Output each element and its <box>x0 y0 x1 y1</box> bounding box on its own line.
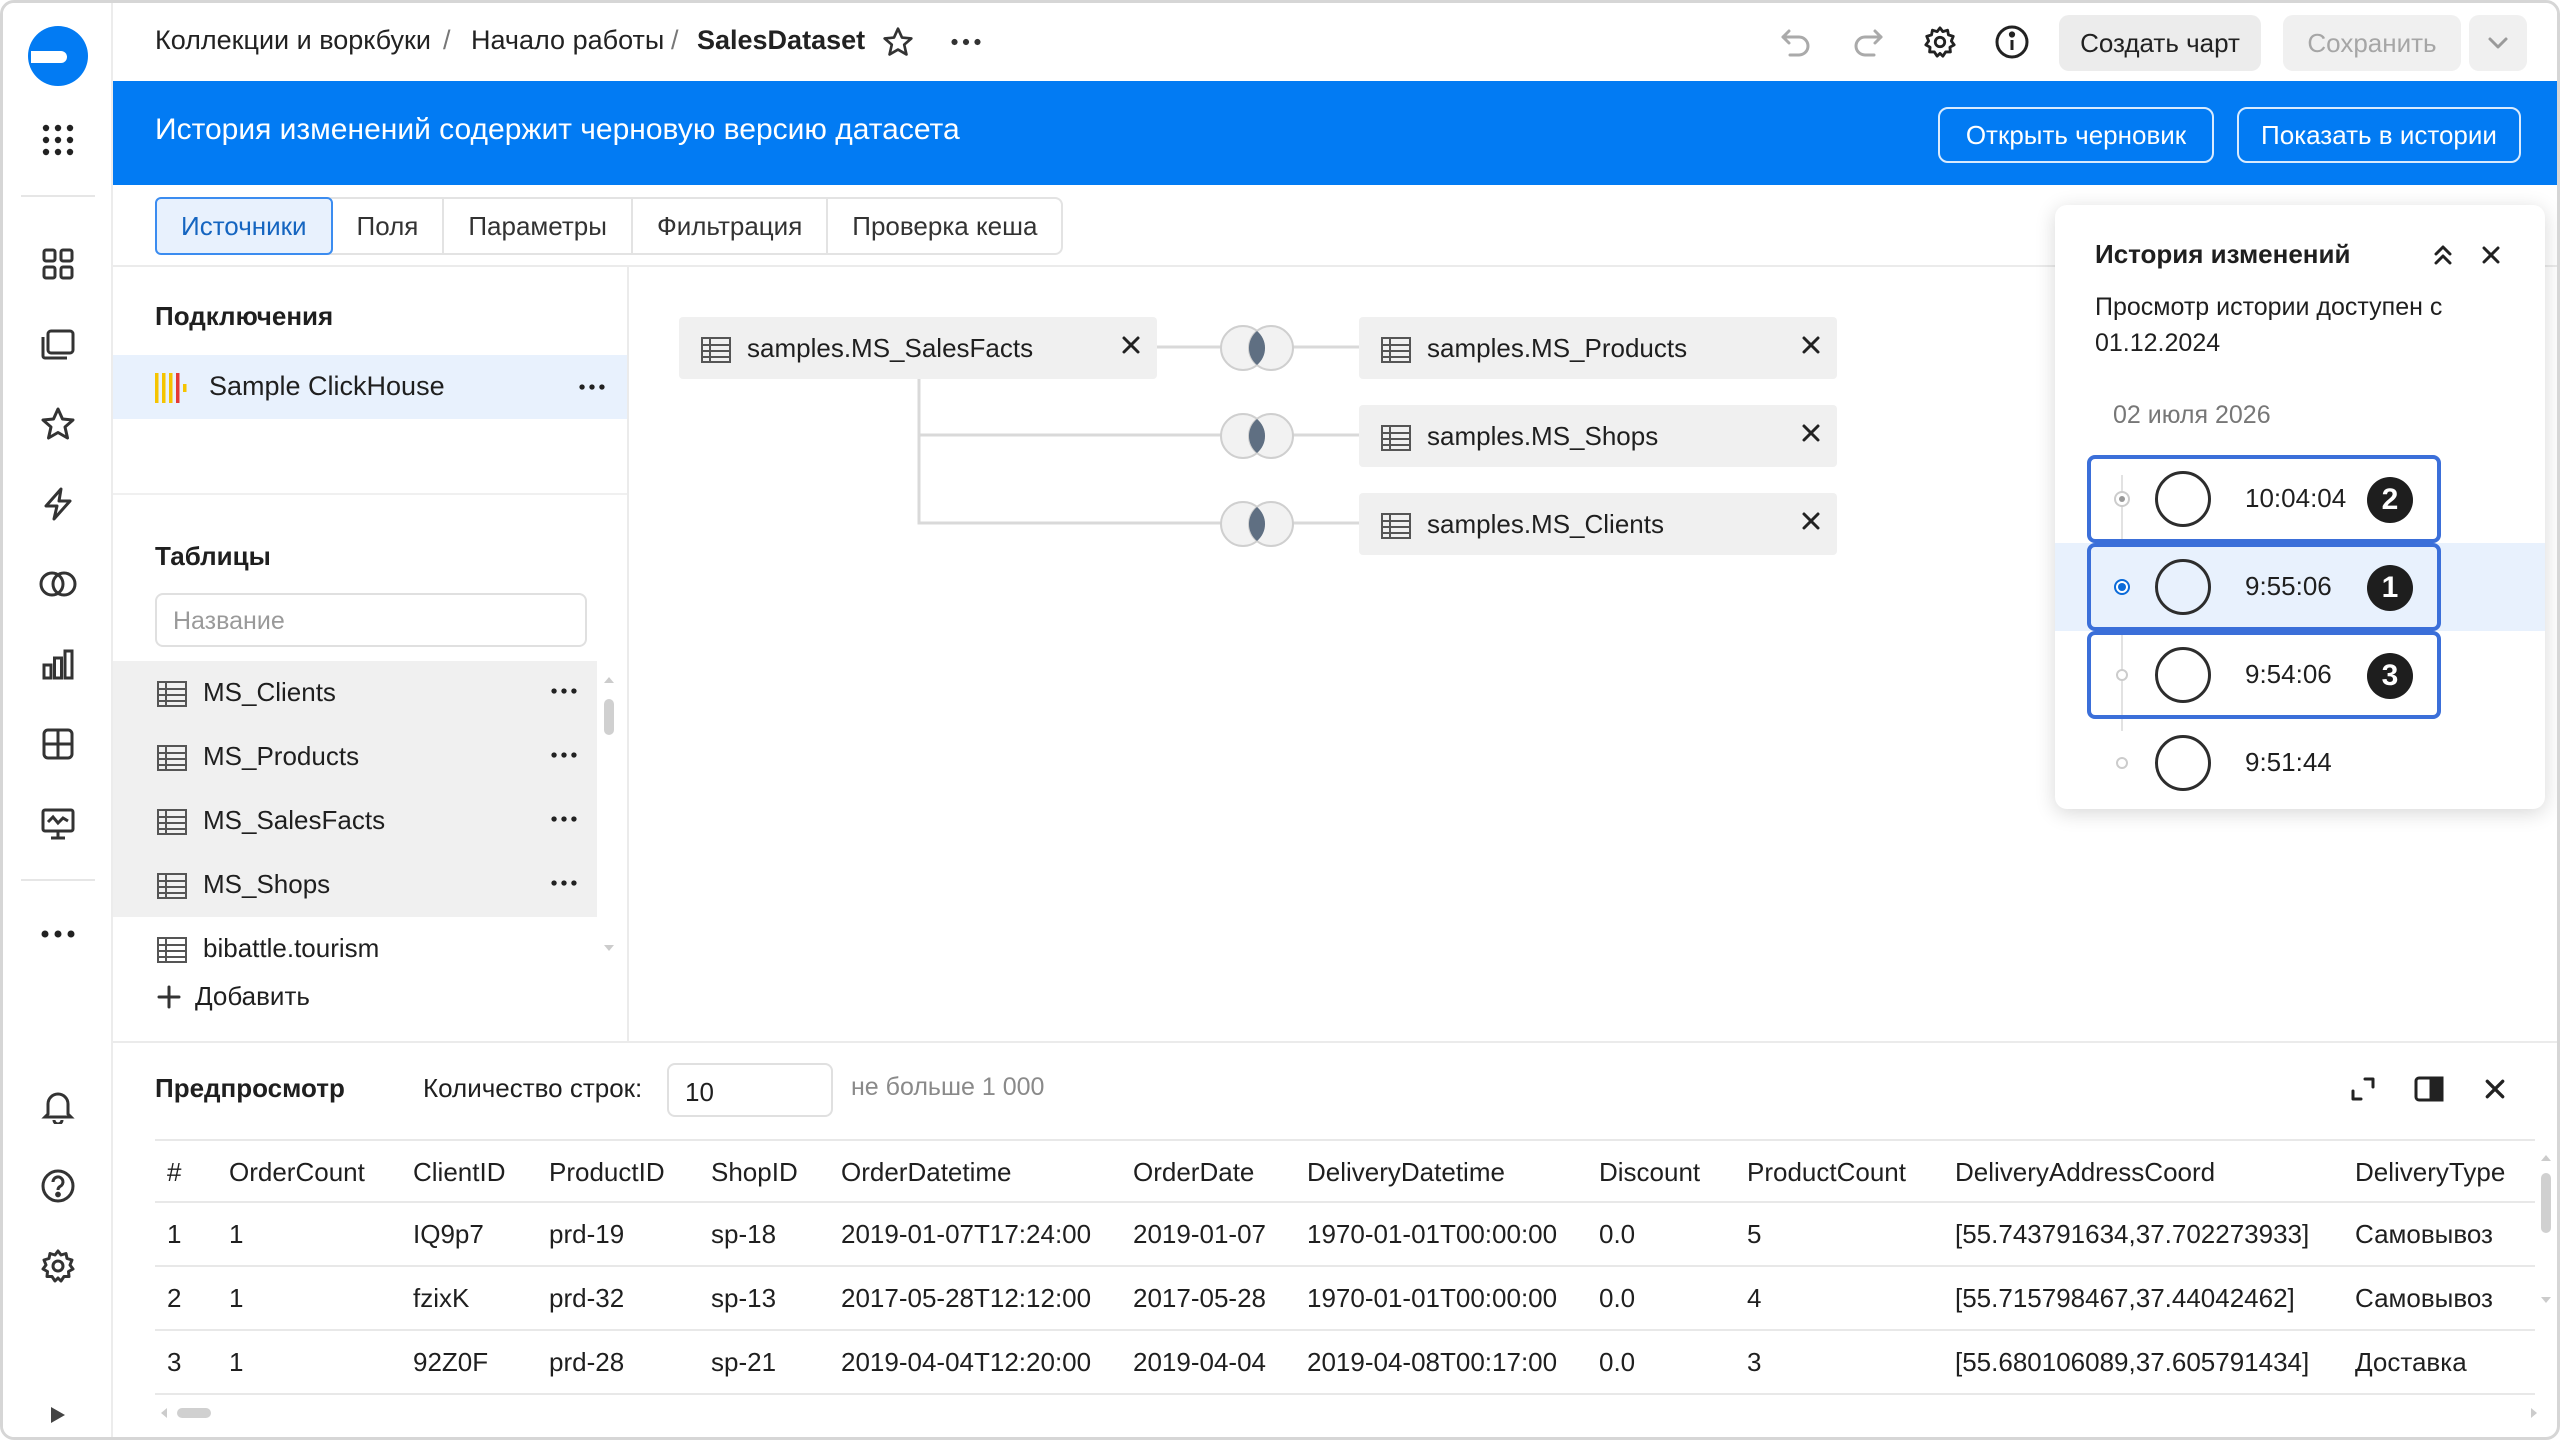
column-header: DeliveryType <box>2355 1157 2506 1187</box>
table-cell: 3 <box>167 1347 182 1377</box>
timeline-dot <box>2116 757 2128 769</box>
table-row: 1 1 IQ9p7 prd-19 sp-18 2019-01-07T17:24:… <box>155 1203 2535 1267</box>
table-icon <box>1381 337 1411 363</box>
join-type-icon[interactable] <box>1213 411 1301 461</box>
history-subtitle: Просмотр истории доступен с 01.12.2024 <box>2095 293 2443 357</box>
table-cell: Самовывоз <box>2355 1219 2493 1249</box>
history-panel: История изменений Просмотр истории досту… <box>2055 205 2545 809</box>
preview-table: # OrderCount ClientID ProductID ShopID O… <box>155 1139 2535 1395</box>
table-cell: sp-13 <box>711 1283 777 1313</box>
history-title: История изменений <box>2095 239 2351 269</box>
table-icon <box>701 337 731 363</box>
highlight-frame <box>2087 631 2441 719</box>
table-cell: 1 <box>229 1219 244 1249</box>
column-header: # <box>167 1157 182 1187</box>
version-time: 9:51:44 <box>2245 747 2332 777</box>
source-name: samples.MS_Products <box>1427 333 1688 363</box>
column-header: DeliveryAddressCoord <box>1955 1157 2216 1187</box>
table-cell: 1 <box>167 1219 182 1249</box>
join-type-icon[interactable] <box>1213 499 1301 549</box>
preview-title: Предпросмотр <box>155 1073 345 1103</box>
column-header: OrderDatetime <box>841 1157 1012 1187</box>
table-cell: 1970-01-01T00:00:00 <box>1307 1283 1558 1313</box>
table-cell: 1970-01-01T00:00:00 <box>1307 1219 1558 1249</box>
source-node-root[interactable]: samples.MS_SalesFacts <box>679 317 1157 379</box>
table-row: 3 1 92Z0F prd-28 sp-21 2019-04-04T12:20:… <box>155 1331 2535 1395</box>
table-cell: 2019-01-07T17:24:00 <box>841 1219 1092 1249</box>
table-cell: 3 <box>1747 1347 1762 1377</box>
source-name: samples.MS_Clients <box>1427 509 1664 539</box>
table-cell: prd-19 <box>549 1219 625 1249</box>
history-version[interactable]: 9:51:44 <box>2055 719 2545 807</box>
table-icon <box>1381 513 1411 539</box>
table-icon <box>1381 425 1411 451</box>
collapse-chevrons-icon[interactable] <box>2425 237 2461 273</box>
source-node[interactable]: samples.MS_Products <box>1359 317 1837 379</box>
table-cell: 0.0 <box>1599 1283 1636 1313</box>
app-window: Коллекции и воркбуки / Начало работы / S… <box>0 0 2560 1440</box>
column-header: ClientID <box>413 1157 506 1187</box>
rows-count-hint: не больше 1 000 <box>851 1073 1045 1101</box>
table-cell: 0.0 <box>1599 1219 1636 1249</box>
fullscreen-icon[interactable] <box>2343 1069 2383 1109</box>
table-cell: 4 <box>1747 1283 1762 1313</box>
rows-count-label: Количество строк: <box>423 1073 643 1103</box>
column-header: ProductID <box>549 1157 665 1187</box>
table-cell: sp-18 <box>711 1219 777 1249</box>
table-cell: [55.715798467,37.44042462] <box>1955 1283 2295 1313</box>
preview-panel: Предпросмотр Количество строк: 10 не бол… <box>113 1041 2557 1437</box>
table-cell: 1 <box>229 1347 244 1377</box>
source-node[interactable]: samples.MS_Clients <box>1359 493 1837 555</box>
source-node[interactable]: samples.MS_Shops <box>1359 405 1837 467</box>
table-cell: 1 <box>229 1283 244 1313</box>
preview-horizontal-scrollbar[interactable] <box>155 1405 2545 1421</box>
table-cell: prd-28 <box>549 1347 625 1377</box>
remove-source-icon[interactable] <box>1801 505 1821 539</box>
table-cell: 2019-01-07 <box>1133 1219 1266 1249</box>
column-header: OrderDate <box>1133 1157 1255 1187</box>
rows-count-input[interactable]: 10 <box>667 1063 833 1117</box>
side-panel-icon[interactable] <box>2409 1069 2449 1109</box>
close-preview-icon[interactable] <box>2475 1069 2515 1109</box>
table-cell: 2019-04-08T00:17:00 <box>1307 1347 1558 1377</box>
table-cell: 2017-05-28T12:12:00 <box>841 1283 1092 1313</box>
table-cell: prd-32 <box>549 1283 625 1313</box>
table-cell: [55.680106089,37.605791434] <box>1955 1347 2310 1377</box>
table-row: 2 1 fzixK prd-32 sp-13 2017-05-28T12:12:… <box>155 1267 2535 1331</box>
highlight-frame <box>2087 543 2441 631</box>
table-cell: fzixK <box>413 1283 470 1313</box>
source-name: samples.MS_SalesFacts <box>747 333 1034 363</box>
highlight-frame <box>2087 455 2441 543</box>
table-cell: sp-21 <box>711 1347 777 1377</box>
column-header: ShopID <box>711 1157 798 1187</box>
source-name: samples.MS_Shops <box>1427 421 1659 451</box>
close-icon[interactable] <box>2473 237 2509 273</box>
table-cell: 5 <box>1747 1219 1762 1249</box>
table-cell: 2019-04-04T12:20:00 <box>841 1347 1092 1377</box>
remove-source-icon[interactable] <box>1801 329 1821 363</box>
remove-source-icon[interactable] <box>1801 417 1821 451</box>
table-cell: 2 <box>167 1283 182 1313</box>
table-cell: [55.743791634,37.702273933] <box>1955 1219 2310 1249</box>
table-cell: Самовывоз <box>2355 1283 2493 1313</box>
column-header: ProductCount <box>1747 1157 1906 1187</box>
remove-source-icon[interactable] <box>1121 329 1141 363</box>
table-cell: 2019-04-04 <box>1133 1347 1266 1377</box>
table-header-row: # OrderCount ClientID ProductID ShopID O… <box>155 1139 2535 1203</box>
history-date: 02 июля 2026 <box>2113 401 2271 429</box>
table-cell: Доставка <box>2355 1347 2467 1377</box>
table-cell: 0.0 <box>1599 1347 1636 1377</box>
table-cell: 2017-05-28 <box>1133 1283 1266 1313</box>
join-type-icon[interactable] <box>1213 323 1301 373</box>
column-header: OrderCount <box>229 1157 365 1187</box>
version-circle-icon <box>2155 735 2211 791</box>
column-header: Discount <box>1599 1157 1701 1187</box>
preview-vertical-scrollbar[interactable] <box>2539 1149 2553 1309</box>
table-cell: 92Z0F <box>413 1347 489 1377</box>
table-cell: IQ9p7 <box>413 1219 484 1249</box>
column-header: DeliveryDatetime <box>1307 1157 1505 1187</box>
